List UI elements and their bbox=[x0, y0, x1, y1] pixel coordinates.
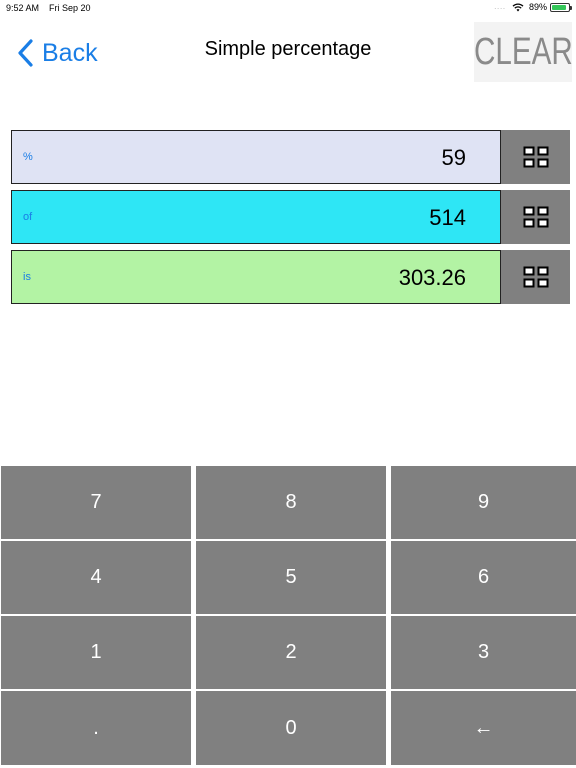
key-1[interactable]: 1 bbox=[1, 616, 191, 689]
status-bar: 9:52 AM Fri Sep 20 .... 89% bbox=[0, 0, 576, 16]
battery-percent: 89% bbox=[528, 2, 547, 12]
backspace-key[interactable]: ← bbox=[391, 691, 576, 765]
of-value: 514 bbox=[429, 205, 466, 230]
status-indicators: .... 89% bbox=[494, 2, 572, 12]
key-6[interactable]: 6 bbox=[391, 541, 576, 614]
is-value: 303.26 bbox=[398, 265, 466, 290]
is-grid-button[interactable] bbox=[501, 250, 570, 304]
percent-grid-button[interactable] bbox=[501, 130, 570, 184]
key-2[interactable]: 2 bbox=[196, 616, 386, 689]
battery-fill bbox=[552, 4, 567, 10]
clear-label: CLEAR bbox=[473, 30, 573, 73]
key-8[interactable]: 8 bbox=[196, 466, 386, 539]
clear-button[interactable]: CLEAR bbox=[474, 22, 572, 82]
key-5[interactable]: 5 bbox=[196, 541, 386, 614]
percent-label: % bbox=[23, 151, 33, 163]
of-label: of bbox=[23, 211, 33, 223]
grid-icon bbox=[523, 266, 548, 288]
key-7[interactable]: 7 bbox=[1, 466, 191, 539]
percent-field[interactable]: % 59 bbox=[11, 130, 501, 184]
percent-value: 59 bbox=[441, 145, 466, 170]
of-field[interactable]: of 514 bbox=[11, 190, 501, 244]
grid-icon bbox=[523, 206, 548, 228]
of-grid-button[interactable] bbox=[501, 190, 570, 244]
grid-icon bbox=[523, 146, 548, 168]
key-3[interactable]: 3 bbox=[391, 616, 576, 689]
is-field[interactable]: is 303.26 bbox=[11, 250, 501, 304]
battery-tip bbox=[570, 5, 572, 10]
key-4[interactable]: 4 bbox=[1, 541, 191, 614]
wifi-icon bbox=[512, 3, 524, 12]
is-label: is bbox=[23, 271, 31, 283]
battery-icon bbox=[550, 2, 572, 12]
key-9[interactable]: 9 bbox=[391, 466, 576, 539]
percent-row: % 59 bbox=[11, 130, 570, 184]
signal-icon: .... bbox=[494, 3, 506, 11]
is-row: is 303.26 bbox=[11, 250, 570, 304]
keypad: 7 8 9 4 5 6 1 2 3 . 0 ← bbox=[0, 465, 576, 768]
key-decimal[interactable]: . bbox=[1, 691, 191, 765]
of-row: of 514 bbox=[11, 190, 570, 244]
status-date: Fri Sep 20 bbox=[49, 3, 91, 13]
status-time: 9:52 AM bbox=[6, 3, 40, 13]
key-0[interactable]: 0 bbox=[196, 691, 386, 765]
